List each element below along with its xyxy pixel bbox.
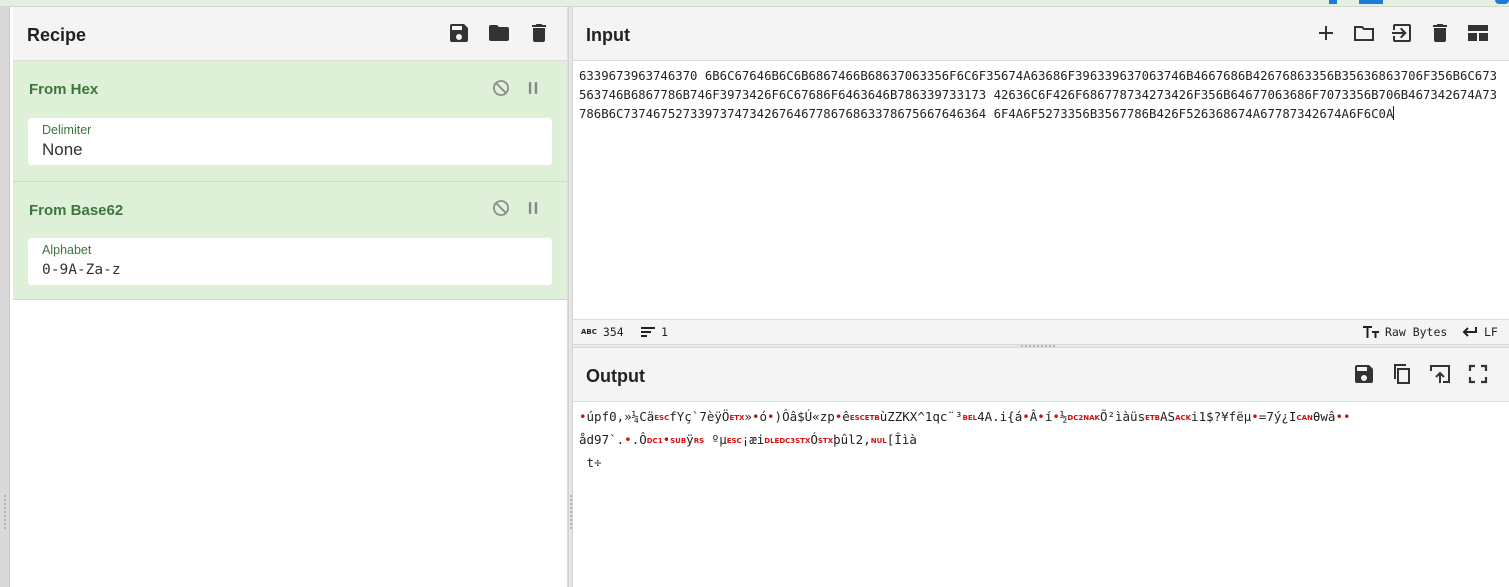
copy-icon[interactable] [1390, 362, 1414, 386]
lines-value: 1 [661, 325, 668, 339]
disable-icon[interactable] [491, 198, 511, 218]
input-text: 6339673963746370 6B6C67646B6C6B6867466B6… [579, 69, 1498, 121]
operation-title: From Hex [29, 81, 99, 98]
pause-icon[interactable] [523, 78, 543, 98]
pause-icon[interactable] [523, 198, 543, 218]
abc-icon: ABC [581, 328, 597, 336]
top-progress [1299, 0, 1509, 4]
folder-icon[interactable] [487, 21, 511, 45]
length-value: 354 [602, 325, 624, 339]
output-text[interactable]: •úpf0,»¼CäESCfYç`7èÿÖETX»•ó•)Ôâ$Ú«zp•êES… [579, 406, 1503, 474]
left-gutter[interactable] [0, 7, 10, 587]
disable-icon[interactable] [491, 78, 511, 98]
input-title: Input [586, 25, 630, 45]
trash-icon[interactable] [527, 21, 551, 45]
recipe-header: Recipe [13, 7, 567, 61]
alphabet-label: Alphabet [42, 243, 92, 257]
output-pane: Output •úpf0,»¼CäESCfYç`7èÿÖETX»•ó•)Ôâ$Ú… [573, 348, 1509, 587]
delimiter-label: Delimiter [42, 123, 92, 137]
return-icon [1462, 327, 1477, 337]
input-header: Input [573, 7, 1509, 61]
eol-value: LF [1484, 325, 1498, 339]
trash-icon[interactable] [1428, 21, 1452, 45]
lines-stat: 1 [641, 325, 668, 339]
input-pane: Input 6339673963746370 6B6C67646B6C6B686… [573, 7, 1509, 344]
encoding-value: Raw Bytes [1385, 325, 1448, 339]
plus-icon[interactable] [1314, 21, 1338, 45]
operation-from-base62[interactable]: From Base62 Alphabet 0-9A-Za-z [13, 182, 567, 300]
alphabet-field[interactable]: Alphabet 0-9A-Za-z [28, 238, 552, 285]
delimiter-value[interactable]: None [42, 140, 83, 160]
export-icon[interactable] [1428, 362, 1452, 386]
import-icon[interactable] [1390, 21, 1414, 45]
length-stat: ABC 354 [581, 325, 624, 339]
text-caret [1393, 106, 1395, 120]
recipe-title: Recipe [27, 25, 87, 45]
output-header: Output [573, 348, 1509, 402]
folder-icon[interactable] [1352, 21, 1376, 45]
layout-icon[interactable] [1466, 21, 1490, 45]
input-textarea[interactable]: 6339673963746370 6B6C67646B6C6B6867466B6… [579, 67, 1503, 124]
top-strip [0, 0, 1509, 7]
alphabet-value[interactable]: 0-9A-Za-z [42, 262, 121, 278]
encoding-stat[interactable]: Raw Bytes [1363, 325, 1447, 339]
output-title: Output [586, 366, 645, 386]
text-encoding-icon [1363, 326, 1379, 338]
recipe-pane: Recipe From Hex Delimiter None From Base… [13, 7, 568, 587]
fullscreen-icon[interactable] [1466, 362, 1490, 386]
eol-stat[interactable]: LF [1462, 325, 1498, 339]
operation-title: From Base62 [29, 202, 124, 219]
save-icon[interactable] [447, 21, 471, 45]
save-icon[interactable] [1352, 362, 1376, 386]
input-statusbar: ABC 354 1 Raw Bytes LF [573, 319, 1509, 344]
lines-icon [641, 327, 655, 337]
operation-from-hex[interactable]: From Hex Delimiter None [13, 61, 567, 182]
delimiter-field[interactable]: Delimiter None [28, 118, 552, 165]
